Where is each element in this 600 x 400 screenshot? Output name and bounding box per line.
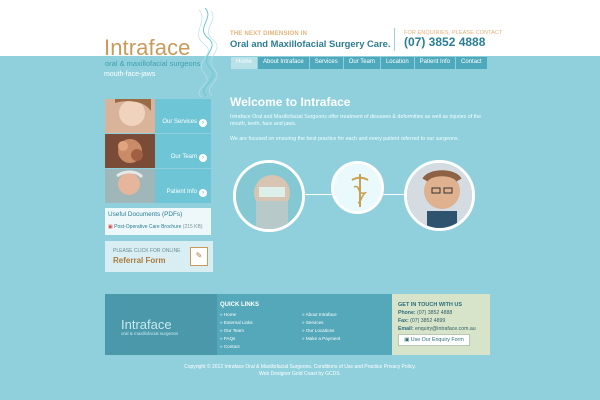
brand-tagline: mouth-face-jaws (104, 71, 156, 78)
footer-link-services[interactable]: » Services (302, 320, 323, 325)
arrow-icon: › (199, 189, 207, 197)
nav-home[interactable]: Home (230, 57, 258, 69)
form-icon: ▣ (404, 337, 410, 343)
intro-paragraph-2: We are focused on ensuring the best prac… (230, 136, 459, 142)
nav-contact[interactable]: Contact (455, 57, 487, 69)
brochure-link[interactable]: ▣ Post-Operative Care Brochure (215 KB) (108, 224, 203, 230)
footer-link-contact[interactable]: » Contact (220, 344, 240, 349)
nav-our-team[interactable]: Our Team (342, 57, 380, 69)
logo-subtitle: oral & maxillofacial surgeons (105, 59, 201, 68)
header-title: Oral and Maxillofacial Surgery Care. (230, 38, 391, 49)
team-card-label: Our Team (170, 154, 197, 160)
header-divider (394, 28, 395, 51)
logo-word: Intraface (104, 35, 191, 60)
footer-link-home[interactable]: » Home (220, 312, 236, 317)
woman-photo (105, 99, 155, 133)
footer-link-locations[interactable]: » Our Locations (302, 328, 334, 333)
contact-panel: GET IN TOUCH WITH US Phone: (07) 3852 48… (392, 294, 490, 355)
arrow-icon: › (199, 154, 207, 162)
enquiry-form-button[interactable]: ▣ Use Our Enquiry Form (398, 334, 470, 346)
patient-info-card-label: Patient Info (166, 189, 197, 195)
contact-fax: Fax: (07) 3852 4899 (398, 318, 446, 324)
contact-title: GET IN TOUCH WITH US (398, 302, 463, 308)
services-card[interactable]: Our Services › (105, 99, 211, 133)
team-card[interactable]: Our Team › (105, 134, 211, 168)
patient-info-card[interactable]: Patient Info › (105, 169, 211, 203)
medical-symbol (331, 161, 384, 214)
welcome-heading: Welcome to Intraface (230, 95, 351, 109)
pdf-icon: ▣ (108, 224, 113, 230)
referral-line-2: Referral Form (113, 256, 166, 265)
doctor-photo (404, 160, 475, 231)
referral-line-1: PLEASE CLICK FOR ONLINE (113, 248, 181, 254)
nav-patient-info[interactable]: Patient Info (413, 57, 456, 69)
header-kicker: THE NEXT DIMENSION IN (230, 31, 308, 37)
footer-link-external-links[interactable]: » External Links (220, 320, 253, 325)
referral-form-button[interactable]: PLEASE CLICK FOR ONLINE Referral Form ✎ (105, 241, 213, 272)
copyright-text: Copyright © 2012 Intraface Oral & Maxill… (184, 364, 416, 370)
footer-link-payment[interactable]: » Make a Payment (302, 336, 340, 341)
contact-phone: Phone: (07) 3852 4888 (398, 310, 453, 316)
useful-documents-panel: Useful Documents (PDFs) ▣ Post-Operative… (105, 208, 211, 235)
footer-link-faqs[interactable]: » FAQs (220, 336, 235, 341)
footer-logo-subtitle: oral & maxillofacial surgeons (121, 331, 179, 336)
footer-logo: Intraface (121, 317, 172, 332)
brochure-size: (215 KB) (182, 224, 203, 230)
useful-documents-title: Useful Documents (PDFs) (108, 211, 183, 218)
logo-mesh-graphic (198, 7, 218, 98)
nav-about[interactable]: About Intraface (257, 57, 309, 69)
contact-email[interactable]: Email: enquiry@intraface.com.au (398, 326, 476, 332)
footer-link-our-team[interactable]: » Our Team (220, 328, 244, 333)
main-nav: Home About Intraface Services Our Team L… (230, 57, 487, 69)
nav-location[interactable]: Location (379, 57, 414, 69)
older-man-photo (105, 169, 155, 203)
arrow-icon: › (199, 119, 207, 127)
surgeon-photo (233, 160, 305, 232)
quick-links-title: QUICK LINKS (220, 302, 259, 308)
services-card-label: Our Services (162, 119, 197, 125)
form-icon: ✎ (190, 247, 208, 266)
designer-credit[interactable]: Web Designer Gold Coast by GCDS. (0, 371, 600, 377)
nav-services[interactable]: Services (308, 57, 343, 69)
brochure-name: Post-Operative Care Brochure (114, 224, 182, 230)
team-hands-photo (105, 134, 155, 168)
enquiry-phone[interactable]: (07) 3852 4888 (404, 35, 485, 49)
footer-logo-block: Intraface oral & maxillofacial surgeons (105, 294, 217, 355)
footer-link-about[interactable]: » About Intraface (302, 312, 337, 317)
intro-paragraph-1: Intraface Oral and Maxillofacial Surgeon… (230, 114, 482, 128)
